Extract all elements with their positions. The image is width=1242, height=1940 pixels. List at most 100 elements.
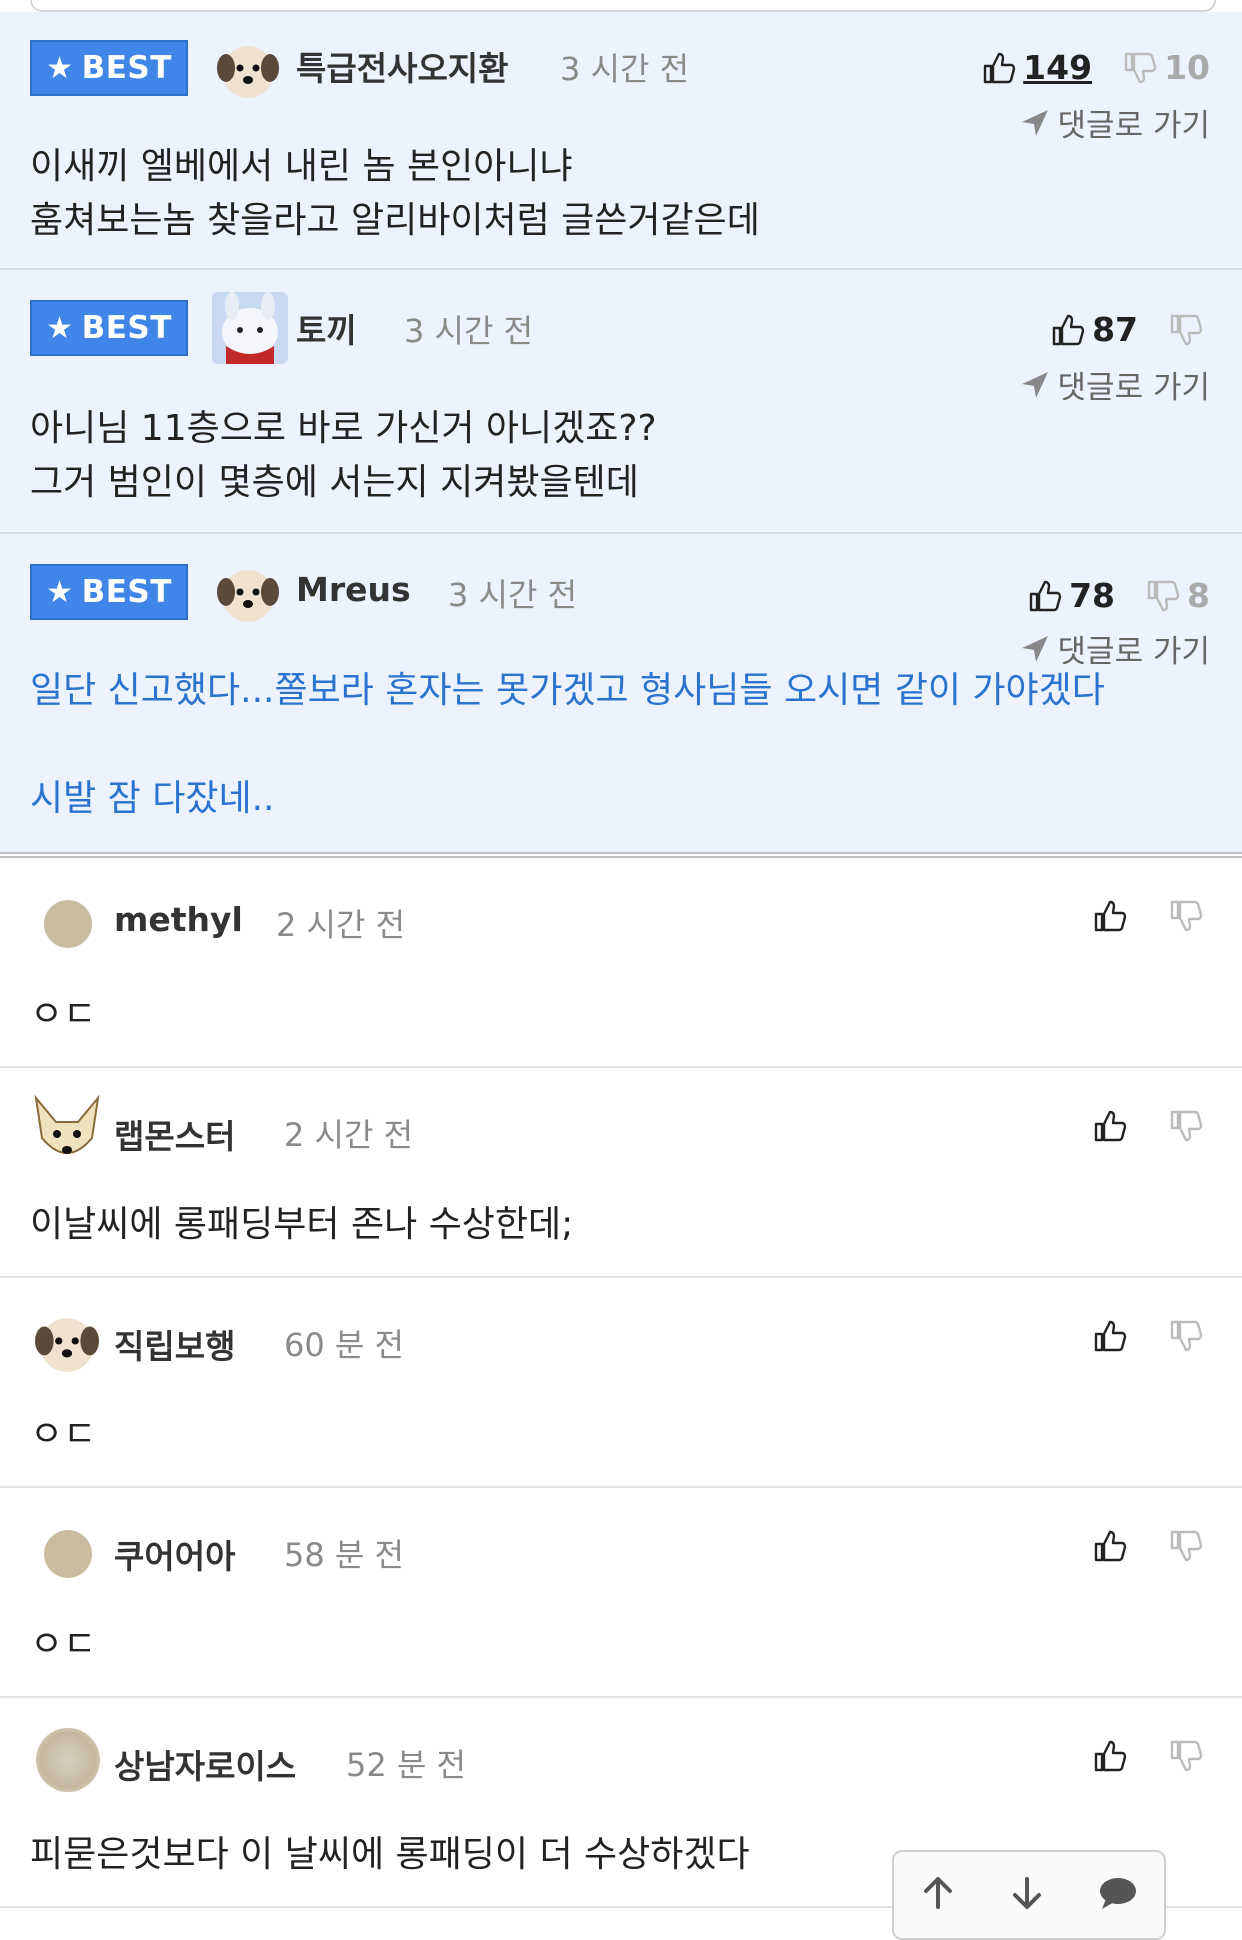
thumbs-up-button[interactable] xyxy=(1092,1738,1128,1778)
nickname[interactable]: 쿠어어아 xyxy=(114,1530,235,1578)
thumbs-down-button[interactable] xyxy=(1168,1738,1204,1778)
thumbs-up-button[interactable]: 78 xyxy=(1027,576,1115,615)
comment-text: 이날씨에 롱패딩부터 존나 수상한데; xyxy=(30,1204,574,1245)
nickname[interactable]: 랩몬스터 xyxy=(114,1110,235,1158)
comment-item: 랩몬스터 2 시간 전 이날씨에 롱패딩부터 존나 수상한데; xyxy=(0,1068,1242,1278)
thumbs-down-icon xyxy=(1170,900,1203,932)
timestamp: 52 분 전 xyxy=(346,1746,466,1784)
goto-comment-link[interactable]: 댓글로 가기 xyxy=(1020,362,1210,407)
blurred-avatar-icon[interactable] xyxy=(36,1728,100,1792)
timestamp: 58 분 전 xyxy=(284,1536,404,1574)
thumbs-down-icon xyxy=(1170,1320,1203,1352)
comment-text: ㅇㄷ xyxy=(30,994,97,1035)
avatar[interactable] xyxy=(34,1310,100,1376)
vote-area: 87 xyxy=(1050,310,1210,349)
best-badge: ★ BEST xyxy=(30,300,188,356)
like-count: 87 xyxy=(1092,310,1138,349)
thumbs-down-icon xyxy=(1170,1110,1203,1142)
comment-text: 일단 신고했다...쫄보라 혼자는 못가겠고 형사님들 오시면 같이 가야겠다 … xyxy=(30,670,1105,819)
nickname[interactable]: 상남자로이스 xyxy=(114,1740,296,1788)
thumbs-down-icon xyxy=(1170,1740,1203,1772)
puppy-avatar-icon xyxy=(35,1318,99,1372)
nickname[interactable]: 특급전사오지환 xyxy=(296,42,509,90)
avatar[interactable] xyxy=(216,38,280,102)
avatar[interactable] xyxy=(212,292,288,364)
comment-text: 아니님 11층으로 바로 가신거 아니겠죠?? 그거 범인이 몇층에 서는지 지… xyxy=(30,408,657,503)
scroll-up-button[interactable] xyxy=(920,1875,956,1915)
timestamp: 2 시간 전 xyxy=(276,906,406,944)
best-comment: ★ BEST 토끼 3 시간 전 87 댓글로 가기 아니님 11층으로 바로 가… xyxy=(0,270,1242,534)
goto-comment-link[interactable]: 댓글로 가기 xyxy=(1020,100,1210,145)
arrow-up-icon xyxy=(924,1877,953,1909)
nickname[interactable]: 토끼 xyxy=(296,304,357,352)
comment-text: ㅇㄷ xyxy=(30,1414,97,1455)
dislike-count: 8 xyxy=(1187,576,1210,615)
send-arrow-icon xyxy=(1021,109,1048,136)
thumbs-down-button[interactable] xyxy=(1168,312,1210,348)
best-comment: ★ BEST Mreus 3 시간 전 78 8 댓글로 가기 일단 신고했다..… xyxy=(0,534,1242,852)
timestamp: 3 시간 전 xyxy=(560,50,690,88)
default-avatar-icon[interactable] xyxy=(44,900,92,948)
thumbs-down-button[interactable] xyxy=(1168,898,1204,938)
comment-text: 피묻은것보다 이 날씨에 롱패딩이 더 수상하겠다 xyxy=(30,1834,750,1875)
thumbs-up-icon xyxy=(983,52,1016,83)
thumbs-down-button[interactable]: 8 xyxy=(1145,576,1210,615)
timestamp: 3 시간 전 xyxy=(448,576,578,614)
nickname[interactable]: Mreus xyxy=(296,570,411,609)
send-arrow-icon xyxy=(1021,635,1048,662)
thumbs-up-button[interactable]: 87 xyxy=(1050,310,1138,349)
thumbs-down-button[interactable] xyxy=(1168,1528,1204,1568)
puppy-avatar-icon xyxy=(217,46,279,98)
comment-text: ㅇㄷ xyxy=(30,1624,97,1665)
like-count: 78 xyxy=(1069,576,1116,615)
thumbs-up-icon xyxy=(1094,1740,1127,1772)
star-icon: ★ xyxy=(46,310,74,346)
thumbs-up-button[interactable] xyxy=(1092,1528,1128,1568)
comments-button[interactable] xyxy=(1098,1875,1138,1915)
timestamp: 3 시간 전 xyxy=(404,312,534,350)
thumbs-up-icon xyxy=(1029,580,1062,611)
thumbs-down-button[interactable] xyxy=(1168,1108,1204,1148)
default-avatar-icon[interactable] xyxy=(44,1530,92,1578)
avatar[interactable] xyxy=(216,562,280,626)
thumbs-up-icon xyxy=(1094,1110,1127,1142)
bunny-avatar-icon xyxy=(212,292,288,364)
timestamp: 60 분 전 xyxy=(284,1326,404,1364)
puppy-avatar-icon xyxy=(217,570,279,622)
vote-area: 78 8 xyxy=(1027,576,1210,615)
thumbs-up-button[interactable] xyxy=(1092,898,1128,938)
thumbs-up-button[interactable]: 149 xyxy=(981,48,1092,87)
vote-area: 149 10 xyxy=(981,48,1210,87)
floating-nav xyxy=(892,1850,1166,1940)
nickname[interactable]: methyl xyxy=(114,900,243,939)
comment-text: 이새끼 엘베에서 내린 놈 본인아니냐 훔쳐보는놈 찾을라고 알리바이처럼 글쓴… xyxy=(30,146,760,241)
thumbs-up-button[interactable] xyxy=(1092,1318,1128,1358)
scroll-down-button[interactable] xyxy=(1009,1875,1045,1915)
thumbs-down-icon xyxy=(1170,1530,1203,1562)
thumbs-up-icon xyxy=(1094,1530,1127,1562)
comment-item: methyl 2 시간 전 ㅇㄷ xyxy=(0,858,1242,1068)
best-badge: ★ BEST xyxy=(30,564,188,620)
send-arrow-icon xyxy=(1021,371,1048,398)
thumbs-down-button[interactable] xyxy=(1168,1318,1204,1358)
comment-item: 쿠어어아 58 분 전 ㅇㄷ xyxy=(0,1488,1242,1698)
previous-card-edge xyxy=(30,0,1216,12)
thumbs-down-button[interactable]: 10 xyxy=(1122,48,1210,87)
best-badge: ★ BEST xyxy=(30,40,188,96)
thumbs-up-button[interactable] xyxy=(1092,1108,1128,1148)
thumbs-up-icon xyxy=(1094,1320,1127,1352)
timestamp: 2 시간 전 xyxy=(284,1116,414,1154)
arrow-down-icon xyxy=(1012,1877,1041,1909)
comment-bubble-icon xyxy=(1099,1878,1136,1909)
thumbs-up-icon xyxy=(1094,900,1127,932)
like-count: 149 xyxy=(1023,48,1093,87)
comment-item: 직립보행 60 분 전 ㅇㄷ xyxy=(0,1278,1242,1488)
thumbs-up-icon xyxy=(1052,314,1085,345)
avatar[interactable] xyxy=(30,1094,104,1168)
nickname[interactable]: 직립보행 xyxy=(114,1320,235,1368)
best-comment: ★ BEST 특급전사오지환 3 시간 전 149 10 댓글로 가기 이새끼 엘… xyxy=(0,12,1242,270)
thumbs-down-icon xyxy=(1170,314,1203,345)
thumbs-down-icon xyxy=(1147,580,1180,611)
chihuahua-avatar-icon xyxy=(30,1094,104,1168)
thumbs-down-icon xyxy=(1124,52,1157,83)
